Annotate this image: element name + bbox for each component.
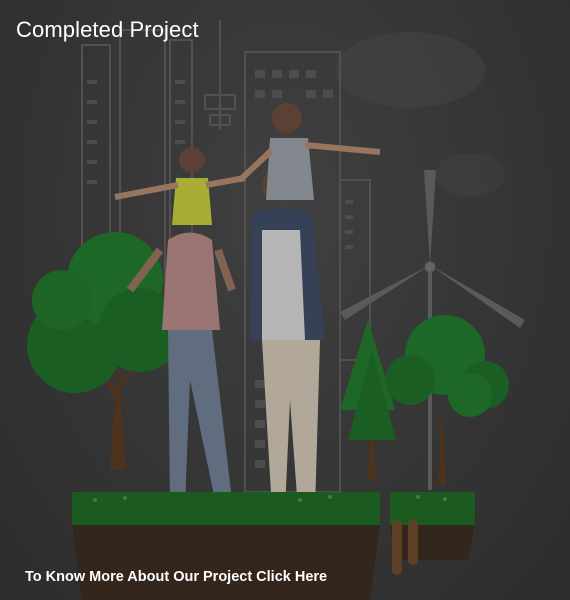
completed-project-card[interactable]: Completed Project To Know More About Our… bbox=[0, 0, 570, 600]
card-title: Completed Project bbox=[16, 17, 199, 42]
know-more-link[interactable]: To Know More About Our Project Click Her… bbox=[25, 569, 327, 585]
project-illustration bbox=[27, 20, 525, 600]
